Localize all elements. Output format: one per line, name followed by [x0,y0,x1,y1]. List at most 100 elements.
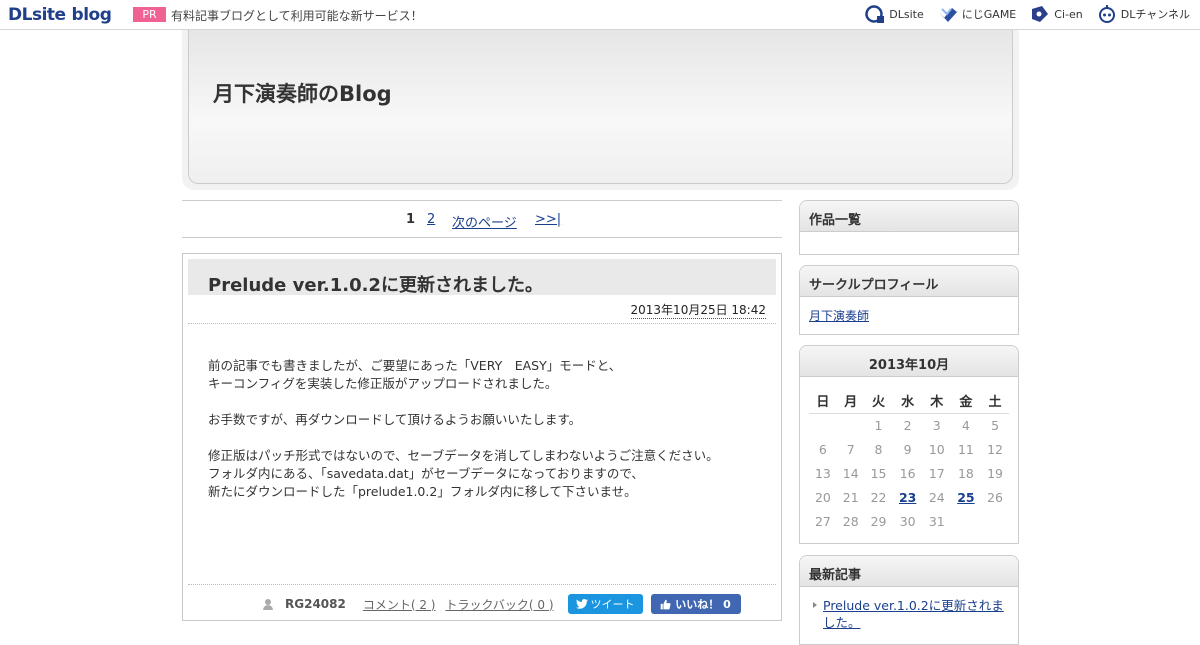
calendar-day: 10 [928,441,945,457]
pr-badge: PR [133,7,166,22]
niji-game-icon [938,8,957,22]
article-title[interactable]: Prelude ver.1.0.2に更新されました。 [208,271,543,297]
calendar-day: 31 [928,513,945,529]
blog-title[interactable]: 月下演奏師のBlog [213,78,392,108]
calendar-day: 3 [932,417,941,433]
calendar-day [981,509,1009,533]
calendar-table: 日月火水木金土 1 2 3 4 5 6 7 8 9 10 11 12 13 14 15 16 17 18 19 20 2… [809,389,1009,533]
like-label: いいね！ 0 [675,598,731,611]
calendar-weekday: 火 [864,389,893,414]
dlsite-link[interactable]: DLsite [865,5,924,23]
calendar-day: 12 [987,441,1004,457]
dl-channel-icon [1098,5,1115,23]
calendar-box: 2013年10月 日月火水木金土 1 2 3 4 5 6 7 8 9 10 11 12 13 14 15 16… [799,345,1019,544]
dl-channel-link[interactable]: DLチャンネル [1097,5,1190,23]
calendar-day: 8 [874,441,883,457]
ci-en-link-label: Ci-en [1054,7,1083,21]
calendar-day: 17 [928,465,945,481]
dlsite-icon [865,5,885,23]
calendar-day: 29 [870,513,887,529]
calendar-day: 20 [814,489,831,505]
calendar-weekday: 金 [950,389,982,414]
recent-posts-title: 最新記事 [800,556,1018,587]
service-links: DLsite にじGAME Ci-en DLチャンネル [865,5,1190,23]
article-line: 修正版はパッチ形式ではないので、セーブデータを消してしまわないようご注意ください… [208,448,719,463]
calendar-day: 30 [899,513,916,529]
article-paragraph: 修正版はパッチ形式ではないので、セーブデータを消してしまわないようご注意ください… [208,447,719,501]
dlsite-blog-logo[interactable]: DLsite blog [8,5,112,25]
thumbs-up-icon [660,599,671,609]
calendar-week: 27 28 29 30 31 [809,509,1009,533]
calendar-weekday: 木 [922,389,951,414]
calendar-day: 15 [870,465,887,481]
twitter-bird-icon [575,599,588,609]
calendar-day: 11 [957,441,974,457]
calendar-day: 21 [842,489,859,505]
blog-header: 月下演奏師のBlog [182,30,1019,190]
recent-posts-list: Prelude ver.1.0.2に更新されました。 [800,587,1018,641]
blog-header-panel: 月下演奏師のBlog [188,30,1013,184]
calendar-day: 7 [846,441,855,457]
recent-posts-box: 最新記事 Prelude ver.1.0.2に更新されました。 [799,555,1019,645]
profile-circle-link[interactable]: 月下演奏師 [809,309,869,323]
calendar-day: 5 [991,417,1000,433]
pager-current-page: 1 [406,212,416,227]
pager-page-2[interactable]: 2 [427,212,435,227]
facebook-like-button[interactable]: いいね！ 0 [650,594,741,614]
calendar-day: 9 [903,441,912,457]
calendar-day [809,413,837,437]
pager-last-page[interactable]: >>| [535,212,561,227]
top-bar: DLsite blog PR 有料記事ブログとして利用可能な新サービス！ DLsi… [0,0,1200,30]
pr-link[interactable]: 有料記事ブログとして利用可能な新サービス！ [171,7,423,24]
tweet-label: ツイート [590,598,635,611]
calendar-weekday: 水 [892,389,923,414]
calendar-day [837,413,865,437]
logo-dlsite-text: DLsite [8,5,66,25]
calendar-day: 6 [818,441,827,457]
dl-channel-link-label: DLチャンネル [1120,8,1190,21]
user-icon [263,598,273,610]
profile-box: サークルプロフィール 月下演奏師 [799,265,1019,335]
calendar-day[interactable]: 25 [951,485,981,509]
article-entry: Prelude ver.1.0.2に更新されました。 2013年10月25日 1… [182,253,782,621]
calendar-day: 16 [899,465,916,481]
works-title: 作品一覧 [800,201,1018,232]
calendar-day: 27 [814,513,831,529]
calendar-weekday: 日 [809,389,837,414]
article-title-bar: Prelude ver.1.0.2に更新されました。 [188,259,776,297]
calendar-day: 24 [928,489,945,505]
article-author: RG24082 [285,597,346,611]
article-paragraph: 前の記事でも書きましたが、ご要望にあった「VERY EASY」モードと、 キーコ… [208,357,719,393]
calendar-day [951,509,981,533]
calendar-weekday: 土 [981,389,1009,414]
pagination: 1 2 次のページ >>| [182,200,782,238]
calendar-day: 13 [814,465,831,481]
calendar-day: 22 [870,489,887,505]
divider [188,323,776,324]
list-item: Prelude ver.1.0.2に更新されました。 [809,597,1009,631]
niji-game-link-label: にじGAME [961,8,1017,21]
article-footer: RG24082 コメント( 2 ) トラックバック( 0 ) ツイート いいね！… [263,594,741,614]
pager-next-page[interactable]: 次のページ [452,212,517,231]
recent-post-link[interactable]: Prelude ver.1.0.2に更新されました。 [823,598,1004,630]
logo-blog-text: blog [71,5,112,25]
trackback-link[interactable]: トラックバック( 0 ) [445,596,553,613]
calendar-title: 2013年10月 [800,346,1018,377]
calendar-week: 20 21 22 23 24 25 26 [809,485,1009,509]
article-body: 前の記事でも書きましたが、ご要望にあった「VERY EASY」モードと、 キーコ… [208,357,719,519]
divider [188,584,776,585]
calendar-week: 13 14 15 16 17 18 19 [809,461,1009,485]
comment-link[interactable]: コメント( 2 ) [363,596,436,613]
niji-game-link[interactable]: にじGAME [938,5,1017,23]
ci-en-link[interactable]: Ci-en [1030,5,1083,23]
calendar-day: 28 [842,513,859,529]
article-line: お手数ですが、再ダウンロードして頂けるようお願いいたします。 [208,412,582,427]
tweet-button[interactable]: ツイート [567,594,643,614]
profile-title: サークルプロフィール [800,266,1018,297]
calendar-day[interactable]: 23 [892,485,922,509]
calendar-weekday: 月 [836,389,865,414]
article-line: フォルダ内にある、「savedata.dat」がセーブデータになっておりますので… [208,466,644,481]
calendar-day: 14 [842,465,859,481]
article-line: 前の記事でも書きましたが、ご要望にあった「VERY EASY」モードと、 [208,358,622,373]
calendar-week: 1 2 3 4 5 [809,413,1009,437]
